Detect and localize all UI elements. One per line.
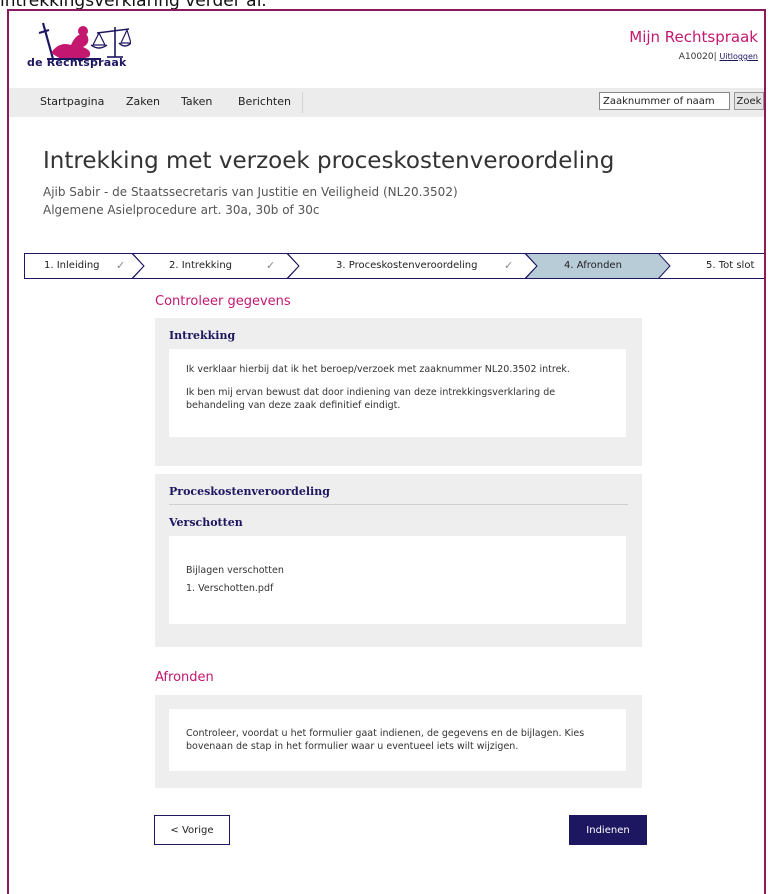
step-proceskostenveroordeling[interactable]: 3. Proceskostenveroordeling ✓: [287, 253, 538, 279]
main-content: Intrekking met verzoek proceskostenveroo…: [9, 117, 764, 894]
nav-item-zaken[interactable]: Zaken: [117, 88, 169, 117]
attachment-link[interactable]: 1. Verschotten.pdf: [186, 582, 609, 595]
nav-item-label: Berichten: [238, 95, 291, 108]
nav-item-label: Zaken: [126, 95, 160, 108]
page-title: Intrekking met verzoek proceskostenveroo…: [43, 148, 615, 174]
portal-title: Mijn Rechtspraak: [629, 28, 758, 46]
user-id: A10020: [678, 52, 714, 62]
step-label: 4. Afronden: [564, 260, 622, 271]
step-inleiding[interactable]: 1. Inleiding ✓: [24, 253, 145, 279]
verschotten-content: Bijlagen verschotten 1. Verschotten.pdf: [169, 536, 626, 624]
logout-link[interactable]: Uitloggen: [720, 52, 758, 61]
finish-instructions: Controleer, voordat u het formulier gaat…: [186, 728, 585, 752]
procedure-subtitle: Algemene Asielprocedure art. 30a, 30b of…: [43, 203, 320, 217]
step-label: 1. Inleiding: [44, 260, 100, 271]
checkmark-icon: ✓: [116, 259, 126, 272]
step-intrekking[interactable]: 2. Intrekking ✓: [132, 253, 300, 279]
nav-item-taken[interactable]: Taken: [172, 88, 221, 117]
nav-item-label: Startpagina: [40, 95, 105, 108]
intrekking-awareness: Ik ben mij ervan bewust dat door indieni…: [186, 387, 556, 411]
nav-divider: [301, 92, 303, 113]
panel-divider: [169, 504, 628, 505]
nav-item-berichten[interactable]: Berichten: [229, 88, 303, 117]
attachments-label: Bijlagen verschotten: [186, 565, 284, 576]
previous-button[interactable]: < Vorige: [154, 815, 230, 845]
user-separator: |: [713, 52, 717, 62]
step-afronden[interactable]: 4. Afronden: [525, 253, 672, 279]
search-button[interactable]: Zoek: [734, 92, 764, 110]
intrekking-content: Ik verklaar hierbij dat ik het beroep/ve…: [169, 349, 626, 437]
proceskosten-title: Proceskostenveroordeling: [169, 485, 330, 498]
step-label: 3. Proceskostenveroordeling: [336, 260, 478, 271]
finish-section-heading: Afronden: [155, 670, 214, 685]
logo-text: de Rechtspraak: [27, 56, 127, 69]
verschotten-subtitle: Verschotten: [169, 516, 243, 529]
step-label: 2. Intrekking: [169, 260, 233, 271]
header: de Rechtspraak Mijn Rechtspraak A10020| …: [9, 11, 764, 81]
step-indicator: 1. Inleiding ✓ 2. Intrekking ✓ 3. Proces…: [24, 253, 764, 279]
submit-button[interactable]: Indienen: [569, 815, 647, 845]
step-tot-slot[interactable]: 5. Tot slot: [658, 253, 764, 279]
search-input[interactable]: [599, 92, 730, 110]
finish-panel: Controleer, voordat u het formulier gaat…: [155, 695, 642, 788]
intrekking-title: Intrekking: [169, 329, 236, 342]
nav-item-startpagina[interactable]: Startpagina: [31, 88, 113, 117]
proceskosten-panel: Proceskostenveroordeling Verschotten Bij…: [155, 474, 642, 647]
step-label: 5. Tot slot: [706, 260, 755, 271]
checkmark-icon: ✓: [266, 259, 276, 272]
intrekking-panel: Intrekking Ik verklaar hierbij dat ik he…: [155, 318, 642, 466]
finish-content: Controleer, voordat u het formulier gaat…: [169, 709, 626, 771]
checkmark-icon: ✓: [504, 259, 514, 272]
user-line: A10020| Uitloggen: [679, 52, 758, 62]
nav-item-label: Taken: [181, 95, 213, 108]
intrekking-statement: Ik verklaar hierbij dat ik het beroep/ve…: [186, 364, 570, 375]
case-subtitle: Ajib Sabir - de Staatssecretaris van Jus…: [43, 185, 458, 199]
app-frame: de Rechtspraak Mijn Rechtspraak A10020| …: [7, 9, 766, 894]
check-section-heading: Controleer gegevens: [155, 294, 291, 309]
